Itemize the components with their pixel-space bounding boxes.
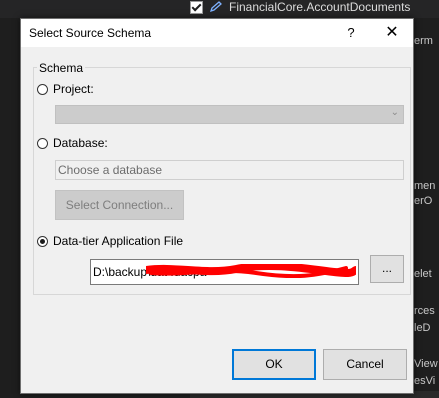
background-text-fragment: erO — [414, 195, 433, 207]
redaction-scribble — [146, 264, 356, 278]
background-text-fragment: esVi — [414, 375, 436, 387]
help-button[interactable]: ? — [337, 22, 365, 44]
background-text-fragment: View — [414, 358, 438, 370]
ok-button[interactable]: OK — [232, 349, 316, 380]
background-text-fragment: leD — [414, 322, 431, 334]
dacpac-label: Data-tier Application File — [53, 234, 184, 248]
project-radio[interactable] — [37, 83, 48, 95]
checkbox-icon[interactable] — [190, 0, 203, 14]
project-dropdown: ⌄ — [55, 105, 404, 124]
select-connection-button: Select Connection... — [55, 190, 184, 220]
background-text-fragment: rces — [414, 305, 435, 317]
dacpac-radio-option[interactable]: Data-tier Application File — [37, 234, 183, 248]
dialog-titlebar[interactable]: Select Source Schema ? ✕ — [21, 19, 413, 47]
background-text-fragment: elet — [414, 268, 432, 280]
background-item-label: FinancialCore.AccountDocuments — [229, 0, 411, 14]
database-field: Choose a database — [55, 160, 404, 180]
background-text-fragment: men — [414, 180, 436, 192]
database-radio[interactable] — [37, 137, 48, 149]
dacpac-radio[interactable] — [37, 235, 48, 247]
browse-button[interactable]: ... — [370, 255, 404, 283]
cancel-button[interactable]: Cancel — [323, 349, 407, 380]
schema-group-label: Schema — [37, 61, 86, 75]
background-list-item[interactable]: FinancialCore.AccountDocuments — [190, 0, 410, 14]
project-label: Project: — [53, 82, 94, 96]
chevron-down-icon: ⌄ — [390, 107, 399, 118]
database-label: Database: — [53, 136, 108, 150]
background-text-fragment: erm — [414, 35, 433, 47]
project-radio-option[interactable]: Project: — [37, 82, 94, 96]
database-radio-option[interactable]: Database: — [37, 136, 108, 150]
dacpac-file-path-input[interactable]: D:\backup\dat .dacpa — [90, 259, 359, 285]
pencil-icon — [209, 1, 222, 13]
select-source-schema-dialog: Select Source Schema ? ✕ Schema Project:… — [20, 18, 414, 394]
dialog-title: Select Source Schema — [29, 26, 152, 40]
close-button[interactable]: ✕ — [375, 22, 409, 44]
